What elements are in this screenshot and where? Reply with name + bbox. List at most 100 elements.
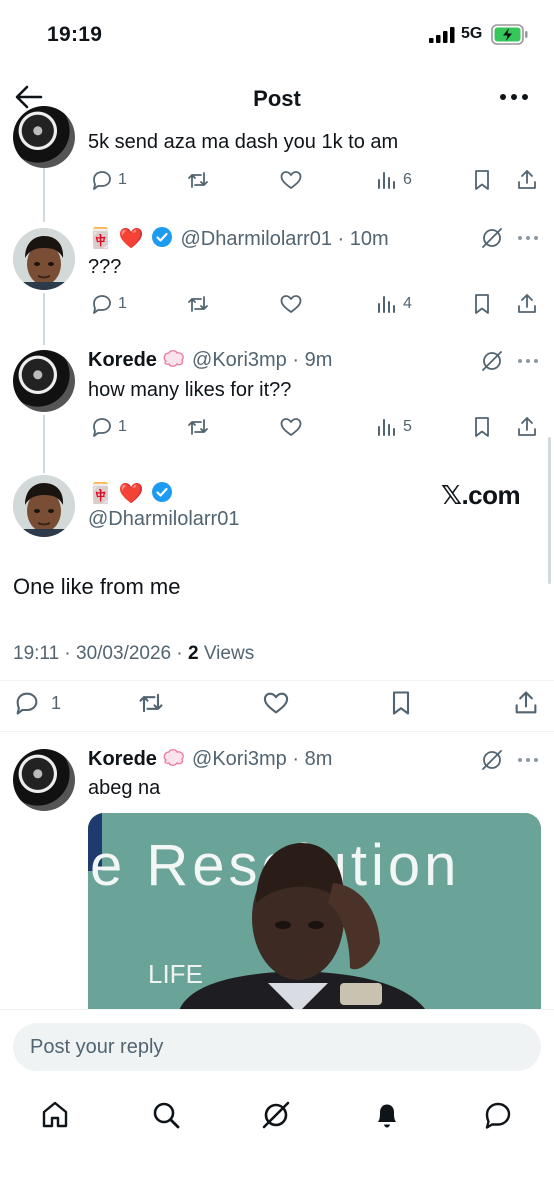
more-icon[interactable] [497,82,531,112]
repost-button[interactable] [186,291,210,317]
grok-icon[interactable] [480,349,504,373]
home-icon[interactable] [39,1099,71,1131]
repost-icon [188,296,208,312]
reply-icon [93,418,111,437]
like-button[interactable] [279,291,303,317]
views-button[interactable]: 5 [375,414,412,440]
avatar[interactable] [13,475,75,537]
tweet-media-image[interactable]: e Resolution LIFE [88,813,541,1013]
more-icon[interactable] [516,233,540,243]
share-button[interactable] [515,167,539,193]
avatar[interactable] [13,749,75,811]
views-button[interactable]: 4 [375,291,412,317]
more-icon[interactable] [516,755,540,765]
grok-icon[interactable] [480,226,504,250]
repost-button[interactable] [186,167,210,193]
bookmark-button[interactable] [470,414,494,440]
bookmark-icon [475,417,489,437]
reply-icon [93,171,111,190]
tweet-handle[interactable]: @Kori3mp [192,349,287,371]
reply-composer: Post your reply [0,1009,554,1081]
like-button[interactable] [279,414,303,440]
avatar-photo [13,475,75,537]
x-watermark: 𝕏.com [441,480,521,510]
signal-icon [429,27,455,43]
bookmark-button[interactable] [470,167,494,193]
emoji-name: 🀄 ❤️ [88,228,144,250]
main-post-name[interactable]: 🀄 ❤️ [88,481,173,506]
tweet-handle[interactable]: @Kori3mp [192,748,287,770]
views-button[interactable]: 6 [375,167,412,193]
more-icon[interactable] [516,356,540,366]
tweet-author-name[interactable]: Korede [88,349,157,371]
network-label: 5G [461,25,483,42]
repost-icon [139,693,163,713]
tweet-text: ??? [88,256,122,278]
share-button[interactable] [515,414,539,440]
scrollbar[interactable] [548,437,551,584]
avatar[interactable] [13,228,75,290]
verified-badge-icon [151,227,172,247]
page-title: Post [253,86,301,111]
reply-icon [93,295,111,314]
main-post-text: One like from me [13,574,181,599]
reply-button[interactable]: 1 [13,688,61,718]
reply-button[interactable]: 1 [90,414,127,440]
bookmark-icon [392,691,410,715]
tweet-time: · 9m [292,349,333,371]
status-time: 19:19 [47,23,103,46]
repost-button[interactable] [137,688,165,718]
bottom-nav [0,1081,554,1199]
bookmark-icon [475,294,489,314]
tweet-text: how many likes for it?? [88,379,292,401]
repost-icon [188,419,208,435]
tweet-meta: 🀄 ❤️ @Dharmilolarr01 · 10m [88,226,389,251]
messages-icon[interactable] [482,1099,514,1131]
thread-line [43,415,45,473]
views-icon [378,419,395,436]
thread-line [43,293,45,345]
grok-icon[interactable] [480,748,504,772]
media-photo: e Resolution LIFE [88,813,541,1013]
views-count: 4 [403,295,412,312]
divider [0,680,554,681]
like-button[interactable] [279,167,303,193]
top-bar: Post [0,72,554,126]
tweet-time: · 10m [337,228,389,250]
tweet-time: · 8m [292,748,333,770]
tweet-text: 5k send aza ma dash you 1k to am [88,131,399,153]
like-icon [280,418,302,436]
brain-emoji-icon [164,749,185,766]
divider [0,731,554,732]
reply-button[interactable]: 1 [90,167,127,193]
repost-icon [188,172,208,188]
media-text-2: LIFE [148,959,203,989]
grok-icon[interactable] [260,1099,292,1131]
tweet-meta: Korede @Kori3mp · 9m [88,349,332,372]
views-count: 2 [188,643,199,664]
repost-button[interactable] [186,414,210,440]
bookmark-button[interactable] [470,291,494,317]
views-label: Views [198,643,255,664]
status-bar: 19:19 5G [0,0,554,72]
share-icon [518,294,536,313]
bell-icon[interactable] [371,1099,403,1131]
share-button[interactable] [512,688,540,718]
reply-input[interactable]: Post your reply [13,1023,541,1071]
brain-emoji-icon [164,350,185,367]
reply-count: 1 [118,171,127,188]
main-post-handle[interactable]: @Dharmilolarr01 [88,508,239,531]
like-button[interactable] [262,688,290,718]
tweet-author-name[interactable]: Korede [88,748,157,770]
bookmark-button[interactable] [387,688,415,718]
tweet-text: abeg na [88,777,161,799]
reply-button[interactable]: 1 [90,291,127,317]
views-icon [378,296,395,313]
reply-count: 1 [118,418,127,435]
search-icon[interactable] [150,1099,182,1131]
avatar[interactable] [13,350,75,412]
main-post-timestamp: 19:11 · 30/03/2026 · 2 Views [13,643,254,665]
share-button[interactable] [515,291,539,317]
avatar[interactable] [13,106,75,168]
tweet-handle[interactable]: @Dharmilolarr01 [181,228,332,250]
